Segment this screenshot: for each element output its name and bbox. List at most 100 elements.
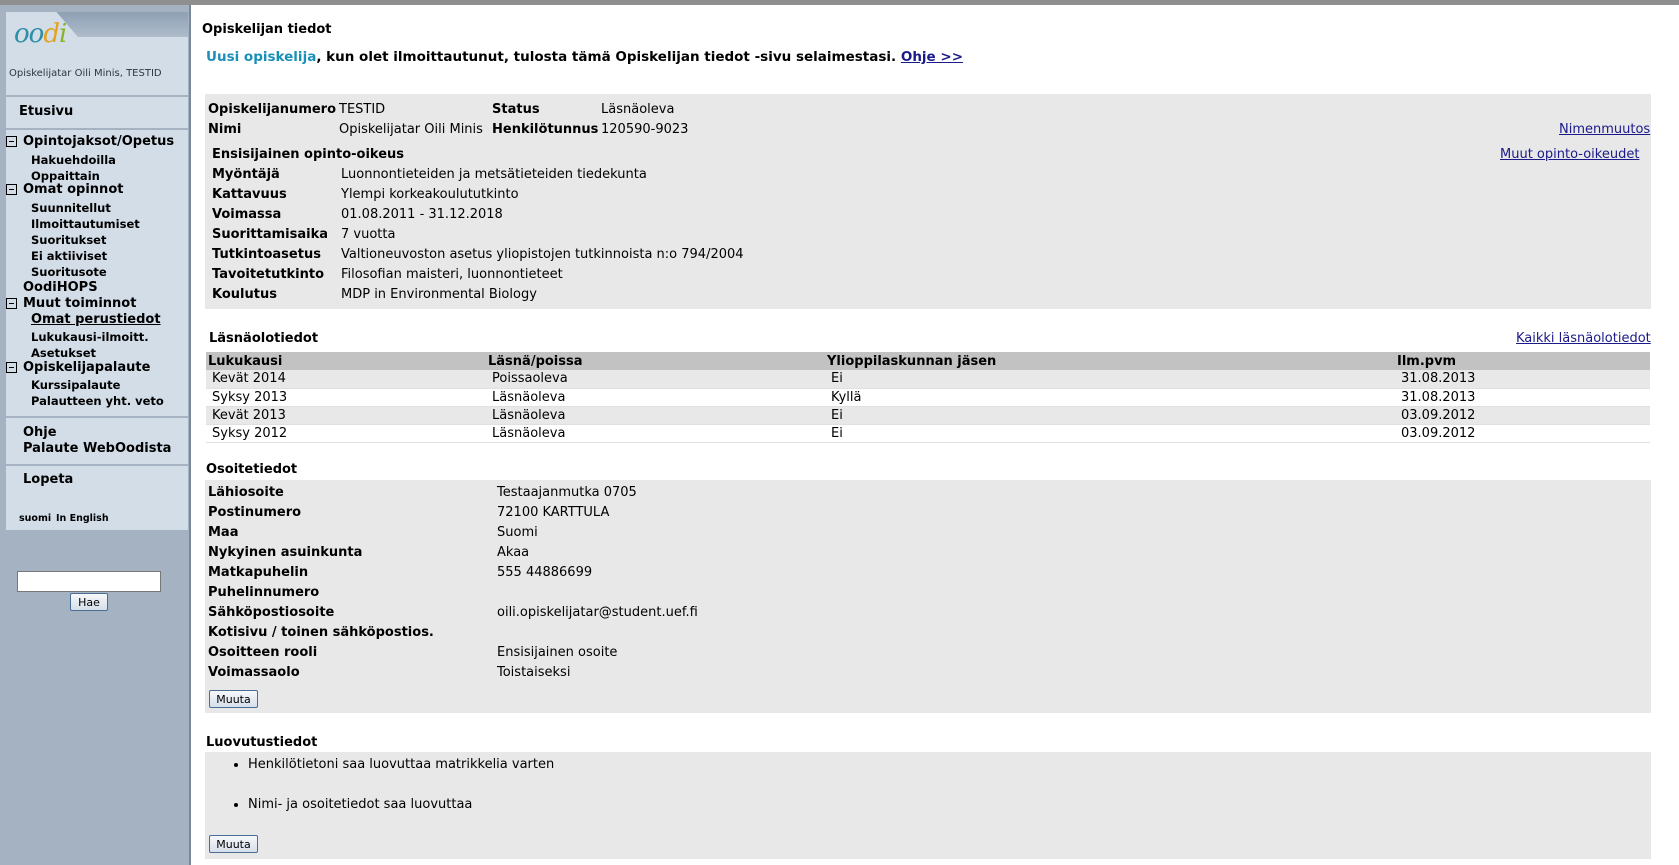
nav-item-settings[interactable]: Asetukset xyxy=(31,346,96,360)
collapse-icon[interactable] xyxy=(6,184,17,195)
table-cell: Poissaoleva xyxy=(486,370,825,389)
nav-item-search-criteria[interactable]: Hakuehdoilla xyxy=(31,153,116,167)
table-cell: 03.09.2012 xyxy=(1395,424,1650,443)
lang-finnish[interactable]: suomi xyxy=(19,513,51,524)
table-cell: Läsnäoleva xyxy=(486,406,825,425)
oodi-logo: oodi xyxy=(14,19,67,49)
table-cell: Läsnäoleva xyxy=(486,388,825,407)
table-cell: Ei xyxy=(825,406,1395,425)
address-label: Puhelinnumero xyxy=(208,585,320,600)
nav-item-transcript[interactable]: Suoritusote xyxy=(31,265,107,279)
address-label: Sähköpostiosoite xyxy=(208,605,335,620)
column-header: Läsnä/poissa xyxy=(486,352,825,370)
attendance-table: Lukukausi Läsnä/poissa Ylioppilaskunnan … xyxy=(206,352,1650,443)
address-label: Matkapuhelin xyxy=(208,565,309,580)
address-label: Nykyinen asuinkunta xyxy=(208,545,363,560)
table-cell: Ei xyxy=(825,424,1395,443)
intro-text: , kun olet ilmoittautunut, tulosta tämä … xyxy=(316,49,897,65)
collapse-icon[interactable] xyxy=(6,298,17,309)
address-value: Ensisijainen osoite xyxy=(497,645,618,660)
intro-new-student: Uusi opiskelija xyxy=(206,49,317,65)
column-header: Ilm.pvm xyxy=(1395,352,1650,370)
address-label: Kotisivu / toinen sähköpostios. xyxy=(208,625,434,640)
divider xyxy=(6,128,188,130)
table-row: Kevät 2013 Läsnäoleva Ei 03.09.2012 xyxy=(206,406,1650,425)
table-cell: Kyllä xyxy=(825,388,1395,407)
right-label: Tutkintoasetus xyxy=(212,247,321,262)
other-study-rights-link[interactable]: Muut opinto-oikeudet xyxy=(1500,147,1639,162)
divider xyxy=(6,416,188,418)
nav-item-inactive[interactable]: Ei aktiiviset xyxy=(31,249,107,263)
collapse-icon[interactable] xyxy=(6,136,17,147)
address-label: Lähiosoite xyxy=(208,485,284,500)
edit-address-button[interactable]: Muuta xyxy=(209,690,258,708)
divider xyxy=(6,95,188,97)
help-link[interactable]: Ohje >> xyxy=(901,49,963,65)
release-list: Henkilötietoni saa luovuttaa matrikkelia… xyxy=(228,757,554,837)
attendance-title: Läsnäolotiedot xyxy=(209,331,319,346)
nav-section-courses[interactable]: Opintojaksot/Opetus xyxy=(6,134,174,149)
address-value: Suomi xyxy=(497,525,538,540)
right-value: MDP in Environmental Biology xyxy=(341,287,537,302)
address-box xyxy=(205,480,1651,713)
all-attendance-link[interactable]: Kaikki läsnäolotiedot xyxy=(1516,331,1651,346)
table-row: Syksy 2012 Läsnäoleva Ei 03.09.2012 xyxy=(206,424,1650,443)
name-label: Nimi xyxy=(208,122,242,137)
table-header-row: Lukukausi Läsnä/poissa Ylioppilaskunnan … xyxy=(206,352,1650,370)
divider xyxy=(6,464,188,466)
nav-item-completions[interactable]: Suoritukset xyxy=(31,233,106,247)
nav-item-enrolments[interactable]: Ilmoittautumiset xyxy=(31,217,140,231)
nav-item-semester-registration[interactable]: Lukukausi-ilmoitt. xyxy=(31,330,149,344)
right-value: Ylempi korkeakoulututkinto xyxy=(341,187,519,202)
column-header: Ylioppilaskunnan jäsen xyxy=(825,352,1395,370)
search-button[interactable]: Hae xyxy=(70,593,108,611)
lang-english[interactable]: In English xyxy=(56,513,109,524)
edit-release-button[interactable]: Muuta xyxy=(209,835,258,853)
nav-item-course-feedback[interactable]: Kurssipalaute xyxy=(31,378,120,392)
status-value: Läsnäoleva xyxy=(601,102,675,117)
nav-item-feedback-summary[interactable]: Palautteen yht. veto xyxy=(31,394,164,408)
nav-oodihops[interactable]: OodiHOPS xyxy=(23,280,98,295)
table-cell: 03.09.2012 xyxy=(1395,406,1650,425)
table-cell: 31.08.2013 xyxy=(1395,388,1650,407)
address-value: oili.opiskelijatar@student.uef.fi xyxy=(497,605,698,620)
table-row: Syksy 2013 Läsnäoleva Kyllä 31.08.2013 xyxy=(206,388,1650,407)
nav-feedback-weboodi[interactable]: Palaute WebOodista xyxy=(23,441,171,456)
address-label: Postinumero xyxy=(208,505,302,520)
status-label: Status xyxy=(492,102,540,117)
nav-item-planned[interactable]: Suunnitellut xyxy=(31,201,111,215)
search-input[interactable] xyxy=(17,571,161,592)
right-label: Kattavuus xyxy=(212,187,287,202)
address-title: Osoitetiedot xyxy=(206,462,298,477)
address-value: Testaajanmutka 0705 xyxy=(497,485,637,500)
column-header: Lukukausi xyxy=(206,352,486,370)
right-value: Filosofian maisteri, luonnontieteet xyxy=(341,267,563,282)
collapse-icon[interactable] xyxy=(6,362,17,373)
nav-section-feedback[interactable]: Opiskelijapalaute xyxy=(6,360,150,375)
address-label: Osoitteen rooli xyxy=(208,645,318,660)
right-label: Voimassa xyxy=(212,207,282,222)
page-title: Opiskelijan tiedot xyxy=(202,22,332,37)
nav-logout[interactable]: Lopeta xyxy=(23,472,73,487)
right-value: Luonnontieteiden ja metsätieteiden tiede… xyxy=(341,167,647,182)
table-cell: Ei xyxy=(825,370,1395,389)
right-value: 01.08.2011 - 31.12.2018 xyxy=(341,207,503,222)
address-value: 555 44886699 xyxy=(497,565,593,580)
right-label: Tavoitetutkinto xyxy=(212,267,325,282)
nav-home[interactable]: Etusivu xyxy=(19,104,73,119)
nav-item-basic-info[interactable]: Omat perustiedot xyxy=(31,312,161,327)
address-value: Akaa xyxy=(497,545,530,560)
table-cell: Kevät 2013 xyxy=(206,406,486,425)
nav-section-my-studies[interactable]: Omat opinnot xyxy=(6,182,123,197)
table-cell: Kevät 2014 xyxy=(206,370,486,389)
table-cell: Syksy 2013 xyxy=(206,388,486,407)
student-number-label: Opiskelijanumero xyxy=(208,102,337,117)
nav-section-other-functions[interactable]: Muut toiminnot xyxy=(6,296,136,311)
nav-help[interactable]: Ohje xyxy=(23,425,57,440)
study-right-title: Ensisijainen opinto-oikeus xyxy=(212,147,405,162)
name-change-link[interactable]: Nimenmuutos xyxy=(1559,122,1650,137)
nav-item-guides[interactable]: Oppaittain xyxy=(31,169,100,183)
address-label: Maa xyxy=(208,525,239,540)
list-item: Nimi- ja osoitetiedot saa luovuttaa xyxy=(248,797,554,812)
address-value: 72100 KARTTULA xyxy=(497,505,610,520)
